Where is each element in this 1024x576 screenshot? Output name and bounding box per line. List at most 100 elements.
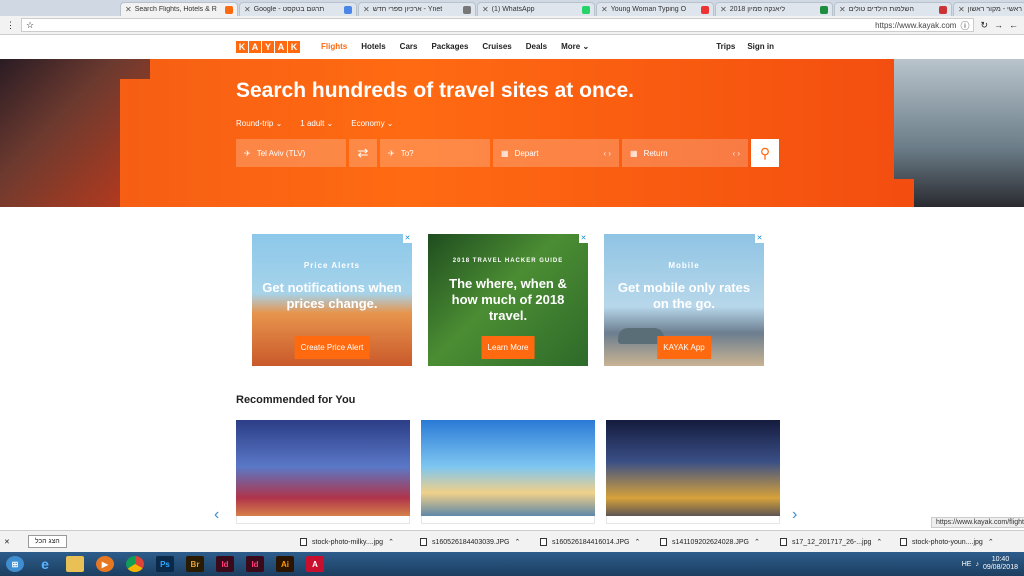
nav-link-4[interactable]: Cruises [482, 42, 511, 51]
close-icon[interactable]: ✕ [403, 234, 412, 243]
taskbar-app-1[interactable]: Br [180, 553, 210, 575]
close-icon[interactable]: ✕ [125, 5, 132, 14]
browser-tab[interactable]: ✕ Young Woman Typing O [596, 2, 714, 16]
chrome-icon[interactable] [120, 553, 150, 575]
browser-tab[interactable]: ✕ ליאנקה סמיון 2018 [715, 2, 833, 16]
back-icon[interactable]: ← [1009, 20, 1018, 30]
taskbar-app-5[interactable]: A [300, 553, 330, 575]
logo-letter: K [288, 41, 300, 53]
language-indicator[interactable]: HE [962, 561, 972, 568]
close-icon[interactable]: ✕ [4, 538, 10, 546]
browser-tab[interactable]: ✕ ארכיון ספרי חדש - Ynet [358, 2, 476, 16]
chevron-up-icon[interactable]: ⌃ [754, 538, 760, 546]
swap-button[interactable]: ⇄ [349, 139, 377, 167]
download-item[interactable]: s160526184416014.JPG ⌃ [540, 538, 640, 546]
reload-icon[interactable]: ↻ [980, 20, 988, 31]
download-item[interactable]: s160526184403039.JPG ⌃ [420, 538, 520, 546]
recommended-card-2[interactable] [421, 420, 595, 524]
mobile-ad[interactable]: ✕ Mobile Get mobile only rates on the go… [604, 234, 764, 366]
download-item[interactable]: s141109202624028.JPG ⌃ [660, 538, 760, 546]
ad-label: Price Alerts [303, 261, 361, 270]
tab-title: ליאנקה סמיון 2018 [729, 6, 786, 13]
kayak-logo[interactable]: KAYAK [236, 41, 300, 53]
kayak-app-button[interactable]: KAYAK App [657, 336, 711, 359]
folder-icon[interactable] [60, 553, 90, 575]
search-button[interactable]: ⚲ [751, 139, 779, 167]
download-item[interactable]: s17_12_201717_26-...jpg ⌃ [780, 538, 882, 546]
date: 09/08/2018 [982, 564, 1018, 571]
clock[interactable]: 10:40 09/08/2018 [983, 556, 1018, 572]
taskbar-app-0[interactable]: Ps [150, 553, 180, 575]
start-button[interactable]: ⊞ [0, 553, 30, 575]
chevron-right-icon[interactable]: › [792, 506, 797, 524]
close-icon[interactable]: ✕ [579, 234, 588, 243]
travel-hacker-ad[interactable]: ✕ 2018 TRAVEL HACKER GUIDE The where, wh… [428, 234, 588, 366]
return-field[interactable]: ▦ Return ‹ › [622, 139, 748, 167]
browser-tab[interactable]: ✕ (1) WhatsApp [477, 2, 595, 16]
chevron-up-icon[interactable]: ⌃ [514, 538, 520, 546]
chevron-up-icon[interactable]: ⌃ [988, 538, 994, 546]
recommended-card-1[interactable] [236, 420, 410, 524]
create-price-alert-button[interactable]: Create Price Alert [294, 336, 370, 359]
nav-link-5[interactable]: Deals [526, 42, 547, 51]
nav-link-3[interactable]: Packages [431, 42, 468, 51]
taskbar-app-2[interactable]: Id [210, 553, 240, 575]
close-icon[interactable]: ✕ [244, 5, 251, 14]
chevron-up-icon[interactable]: ⌃ [388, 538, 394, 546]
chevron-left-icon[interactable]: ‹ [214, 506, 219, 524]
download-item[interactable]: stock-photo-milky....jpg ⌃ [300, 538, 394, 546]
trip-option-0[interactable]: Round-trip ⌄ [236, 119, 282, 128]
show-all-button[interactable]: הצג הכל [27, 535, 67, 548]
price-alerts-ad[interactable]: ✕ Price Alerts Get notifications when pr… [252, 234, 412, 366]
trip-option-1[interactable]: 1 adult ⌄ [300, 119, 333, 128]
depart-label: Depart [514, 148, 539, 158]
chevron-up-icon[interactable]: ⌃ [876, 538, 882, 546]
nav-link-1[interactable]: Hotels [361, 42, 385, 51]
close-icon[interactable]: ✕ [839, 5, 846, 14]
menu-icon[interactable]: ⋮ [6, 20, 15, 31]
nav-link-6[interactable]: More ⌄ [561, 42, 589, 51]
close-icon[interactable]: ✕ [482, 5, 489, 14]
app-icon: Ps [156, 556, 174, 572]
nav-right-link-0[interactable]: Trips [716, 42, 735, 51]
close-icon[interactable]: ✕ [720, 5, 727, 14]
browser-tab[interactable]: ✕ Google - תרגום בטקסט [239, 2, 357, 16]
file-icon [660, 538, 667, 546]
star-icon[interactable]: ☆ [26, 20, 34, 31]
return-arrows[interactable]: ‹ › [732, 149, 740, 158]
browser-tab[interactable]: ✕ השלמות הילדים טולים [834, 2, 952, 16]
chevron-up-icon[interactable]: ⌃ [634, 538, 640, 546]
swap-icon: ⇄ [357, 145, 369, 160]
close-icon[interactable]: ✕ [755, 234, 764, 243]
browser-tab[interactable]: ✕ ראשי - מקור ראשון [953, 2, 1024, 16]
trip-option-2[interactable]: Economy ⌄ [351, 119, 393, 128]
status-url: https://www.kayak.com/flights [931, 517, 1024, 528]
origin-field[interactable]: ✈ Tel Aviv (TLV) [236, 139, 346, 167]
nav-right-link-1[interactable]: Sign in [747, 42, 774, 51]
ie-icon[interactable]: e [30, 553, 60, 575]
taskbar-app-3[interactable]: Id [240, 553, 270, 575]
depart-field[interactable]: ▦ Depart ‹ › [493, 139, 619, 167]
file-icon [780, 538, 787, 546]
calendar-icon: ▦ [501, 148, 509, 158]
recommended-card-3[interactable] [606, 420, 780, 524]
destination-field[interactable]: ✈ To? [380, 139, 490, 167]
omnibox[interactable]: ☆ https://www.kayak.com ⓘ [21, 18, 975, 32]
nav-link-0[interactable]: Flights [321, 42, 347, 51]
download-item[interactable]: stock-photo-youn....jpg ⌃ [900, 538, 994, 546]
close-icon[interactable]: ✕ [363, 5, 370, 14]
info-icon[interactable]: ⓘ [960, 19, 969, 32]
browser-tab[interactable]: ✕ Search Flights, Hotels & R [120, 2, 238, 16]
logo-letter: Y [262, 41, 274, 53]
nav-link-2[interactable]: Cars [400, 42, 418, 51]
forward-icon[interactable]: → [994, 20, 1003, 30]
learn-more-button[interactable]: Learn More [481, 336, 535, 359]
browser-tab-strip: ✕ Search Flights, Hotels & R ✕ Google - תרג… [0, 0, 1024, 16]
ad-label: 2018 TRAVEL HACKER GUIDE [452, 258, 564, 264]
close-icon[interactable]: ✕ [958, 5, 965, 14]
close-icon[interactable]: ✕ [601, 5, 608, 14]
taskbar-app-4[interactable]: Ai [270, 553, 300, 575]
media-icon[interactable]: ▶ [90, 553, 120, 575]
speaker-icon[interactable]: ♪ [975, 561, 979, 568]
depart-arrows[interactable]: ‹ › [603, 149, 611, 158]
